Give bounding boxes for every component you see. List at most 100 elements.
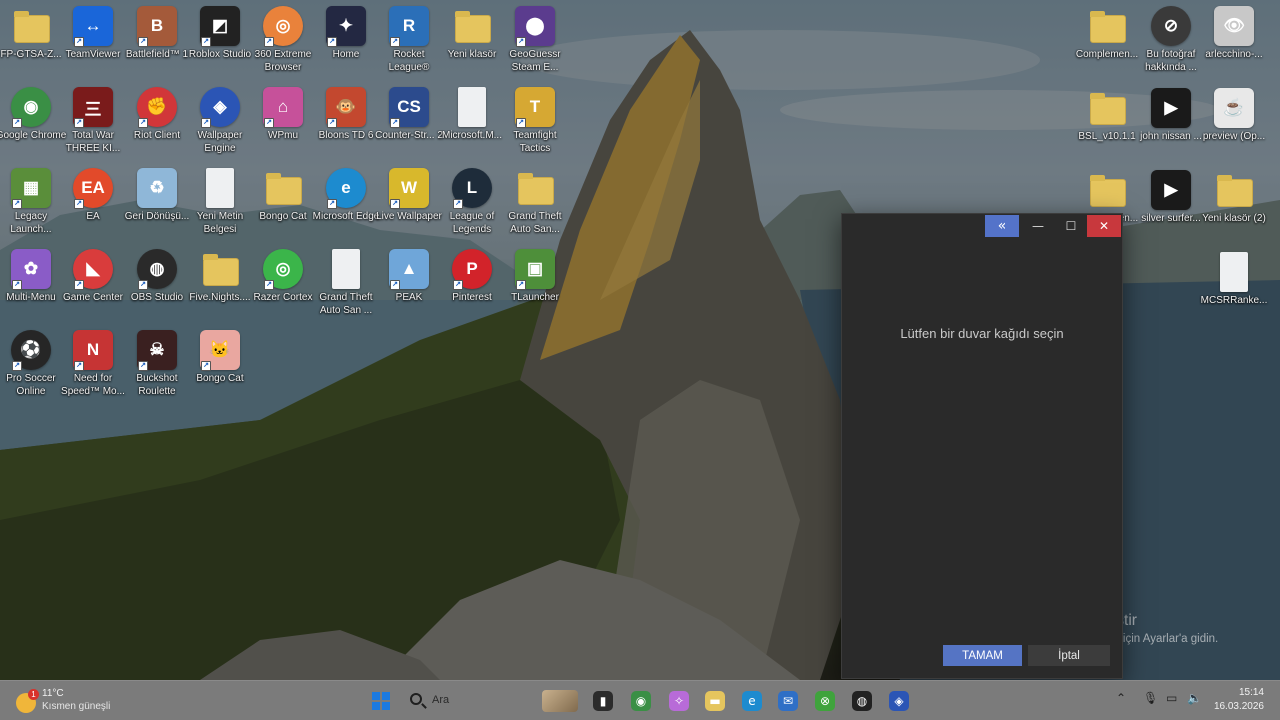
shortcut-arrow-icon: ↗ bbox=[12, 280, 22, 290]
clock[interactable]: 15:14 16.03.2026 bbox=[1214, 686, 1264, 714]
desktop-icon[interactable]: Yeni Metin Belgesi bbox=[185, 164, 255, 242]
roblox-studio-icon: ◩ ↗ bbox=[200, 6, 240, 47]
desktop-icon[interactable]: ✊ ↗ Riot Client bbox=[122, 83, 192, 161]
desktop-icon[interactable]: ◩ ↗ Roblox Studio bbox=[185, 2, 255, 80]
desktop-icon[interactable]: B ↗ Battlefield™ 1 bbox=[122, 2, 192, 80]
desktop-icon[interactable]: ⬤ ↗ GeoGuessr Steam E... bbox=[500, 2, 570, 80]
chrome-icon: ◉ bbox=[631, 691, 651, 711]
desktop-icon[interactable]: Five.Nights.... bbox=[185, 245, 255, 323]
mail-icon: ✉ bbox=[778, 691, 798, 711]
notification-badge: 1 bbox=[28, 689, 39, 700]
double-chevron-left-icon: « bbox=[997, 218, 1007, 234]
taskbar-app-button[interactable]: ✧ bbox=[668, 690, 690, 712]
desktop-icon[interactable]: 🐵 ↗ Bloons TD 6 bbox=[311, 83, 381, 161]
desktop-icon[interactable]: ☕ preview (Op... bbox=[1199, 84, 1269, 162]
desktop-icon[interactable]: ↔ ↗ TeamViewer bbox=[58, 2, 128, 80]
tray-overflow-chevron-icon[interactable]: ⌃ bbox=[1116, 691, 1126, 705]
desktop-icon-label: Need for Speed™ Mo... bbox=[61, 373, 125, 397]
folder-icon bbox=[263, 168, 303, 208]
weather-widget[interactable]: 1 11°C Kısmen güneşli bbox=[14, 687, 144, 717]
ok-button[interactable]: TAMAM bbox=[943, 645, 1022, 666]
desktop[interactable]: FP-GTSA-Z... ↔ ↗ TeamViewer B ↗ Battlefield™ 1… bbox=[0, 0, 1280, 680]
desktop-icon[interactable]: Yeni klasör bbox=[437, 2, 507, 80]
shortcut-arrow-icon: ↗ bbox=[327, 199, 337, 209]
edge-icon: e bbox=[742, 691, 762, 711]
desktop-icon[interactable]: CS ↗ Counter-Str... 2 bbox=[374, 83, 444, 161]
wpmu-icon: ⌂ ↗ bbox=[263, 87, 303, 128]
league-icon: L ↗ bbox=[452, 168, 492, 209]
desktop-icon[interactable]: Yeni klasör (2) bbox=[1199, 166, 1269, 244]
taskbar-app-button[interactable]: ⊗ bbox=[814, 690, 836, 712]
desktop-icon[interactable]: W ↗ Live Wallpaper bbox=[374, 164, 444, 242]
desktop-icon[interactable]: Complemen... bbox=[1072, 2, 1142, 80]
close-button[interactable]: ✕ bbox=[1087, 215, 1121, 237]
shortcut-arrow-icon: ↗ bbox=[453, 280, 463, 290]
back-button[interactable]: « bbox=[985, 215, 1019, 237]
desktop-icon[interactable]: L ↗ League of Legends bbox=[437, 164, 507, 242]
desktop-icon[interactable]: N ↗ Need for Speed™ Mo... bbox=[58, 326, 128, 404]
shortcut-arrow-icon: ↗ bbox=[327, 37, 337, 47]
volume-icon[interactable]: 🔈 bbox=[1187, 691, 1202, 705]
network-icon[interactable]: ▭ bbox=[1166, 691, 1177, 705]
minimize-button[interactable]: — bbox=[1021, 215, 1055, 237]
maximize-button[interactable]: ☐ bbox=[1054, 215, 1088, 237]
search-icon bbox=[410, 693, 422, 705]
desktop-icon[interactable]: R ↗ Rocket League® bbox=[374, 2, 444, 80]
maximize-icon: ☐ bbox=[1065, 219, 1077, 233]
taskbar-app-button[interactable]: ◉ bbox=[630, 690, 652, 712]
desktop-icon[interactable]: ▣ ↗ TLauncher bbox=[500, 245, 570, 323]
desktop-icon[interactable]: ◎ ↗ 360 Extreme Browser bbox=[248, 2, 318, 80]
microphone-icon[interactable]: 🎙 bbox=[1143, 691, 1158, 705]
desktop-icon-label: preview (Op... bbox=[1202, 131, 1266, 142]
desktop-icon[interactable]: Grand Theft Auto San ... bbox=[311, 245, 381, 323]
desktop-icon[interactable]: e ↗ Microsoft Edge bbox=[311, 164, 381, 242]
desktop-icon[interactable]: 👁 arlecchino-... bbox=[1199, 2, 1269, 80]
desktop-icon[interactable]: ◈ ↗ Wallpaper Engine bbox=[185, 83, 255, 161]
taskbar-app-button[interactable]: ✉ bbox=[777, 690, 799, 712]
desktop-icon[interactable]: Microsoft.M... bbox=[437, 83, 507, 161]
desktop-icon[interactable]: T ↗ Teamfight Tactics bbox=[500, 83, 570, 161]
desktop-icon[interactable]: ◎ ↗ Razer Cortex bbox=[248, 245, 318, 323]
desktop-icon[interactable]: ◣ ↗ Game Center bbox=[58, 245, 128, 323]
desktop-icon[interactable]: Grand Theft Auto San... bbox=[500, 164, 570, 242]
desktop-icon[interactable]: ♻ Geri Dönüşü... bbox=[122, 164, 192, 242]
video-file-icon: ▶ bbox=[1151, 88, 1191, 128]
close-icon: ✕ bbox=[1098, 219, 1110, 233]
taskbar-app-button[interactable]: ▬ bbox=[704, 690, 726, 712]
desktop-icon[interactable]: ⊘ Bu fotoğraf hakkında ... bbox=[1136, 2, 1206, 80]
desktop-icon[interactable]: ✿ ↗ Multi-Menu bbox=[0, 245, 66, 323]
desktop-icon[interactable]: P ↗ Pinterest bbox=[437, 245, 507, 323]
taskbar-app-button[interactable]: e bbox=[741, 690, 763, 712]
desktop-icon-label: Complemen... bbox=[1075, 49, 1139, 60]
desktop-icon[interactable]: BSL_v10.1.1 bbox=[1072, 84, 1142, 162]
folder-icon bbox=[1087, 170, 1127, 210]
start-button[interactable] bbox=[370, 690, 392, 712]
desktop-icon[interactable]: ▶ john nissan ... bbox=[1136, 84, 1206, 162]
shortcut-arrow-icon: ↗ bbox=[138, 361, 148, 371]
desktop-icon-label: TeamViewer bbox=[65, 49, 121, 60]
desktop-icon[interactable]: EA ↗ EA bbox=[58, 164, 128, 242]
taskbar-app-button[interactable]: ▮ bbox=[592, 690, 614, 712]
desktop-icon[interactable]: 🐱 ↗ Bongo Cat bbox=[185, 326, 255, 404]
desktop-icon[interactable]: Bongo Cat bbox=[248, 164, 318, 242]
desktop-icon[interactable]: ⌂ ↗ WPmu bbox=[248, 83, 318, 161]
taskbar-app-button[interactable]: ◈ bbox=[888, 690, 910, 712]
desktop-icon[interactable]: ☠ ↗ Buckshot Roulette bbox=[122, 326, 192, 404]
shortcut-arrow-icon: ↗ bbox=[138, 118, 148, 128]
desktop-icon-label: Total War THREE KI... bbox=[65, 130, 121, 154]
video-file-icon: ▶ bbox=[1151, 170, 1191, 210]
desktop-icon[interactable]: ▶ silver surfer... bbox=[1136, 166, 1206, 244]
clock-date: 16.03.2026 bbox=[1213, 701, 1264, 712]
desktop-icon[interactable]: ◍ ↗ OBS Studio bbox=[122, 245, 192, 323]
desktop-icon[interactable]: FP-GTSA-Z... bbox=[0, 2, 66, 80]
cancel-button[interactable]: İptal bbox=[1028, 645, 1110, 666]
taskbar-search[interactable]: Ara bbox=[404, 689, 584, 713]
info-photo-icon: ⊘ bbox=[1151, 6, 1191, 46]
shortcut-arrow-icon: ↗ bbox=[390, 118, 400, 128]
desktop-icon[interactable]: 三 ↗ Total War THREE KI... bbox=[58, 83, 128, 161]
desktop-icon[interactable]: MCSRRanke... bbox=[1199, 248, 1269, 326]
desktop-icon[interactable]: ▲ ↗ PEAK bbox=[374, 245, 444, 323]
desktop-icon[interactable]: ✦ ↗ Home bbox=[311, 2, 381, 80]
taskbar-app-button[interactable]: ◍ bbox=[851, 690, 873, 712]
desktop-icon[interactable]: ▦ ↗ Legacy Launch... bbox=[0, 164, 66, 242]
